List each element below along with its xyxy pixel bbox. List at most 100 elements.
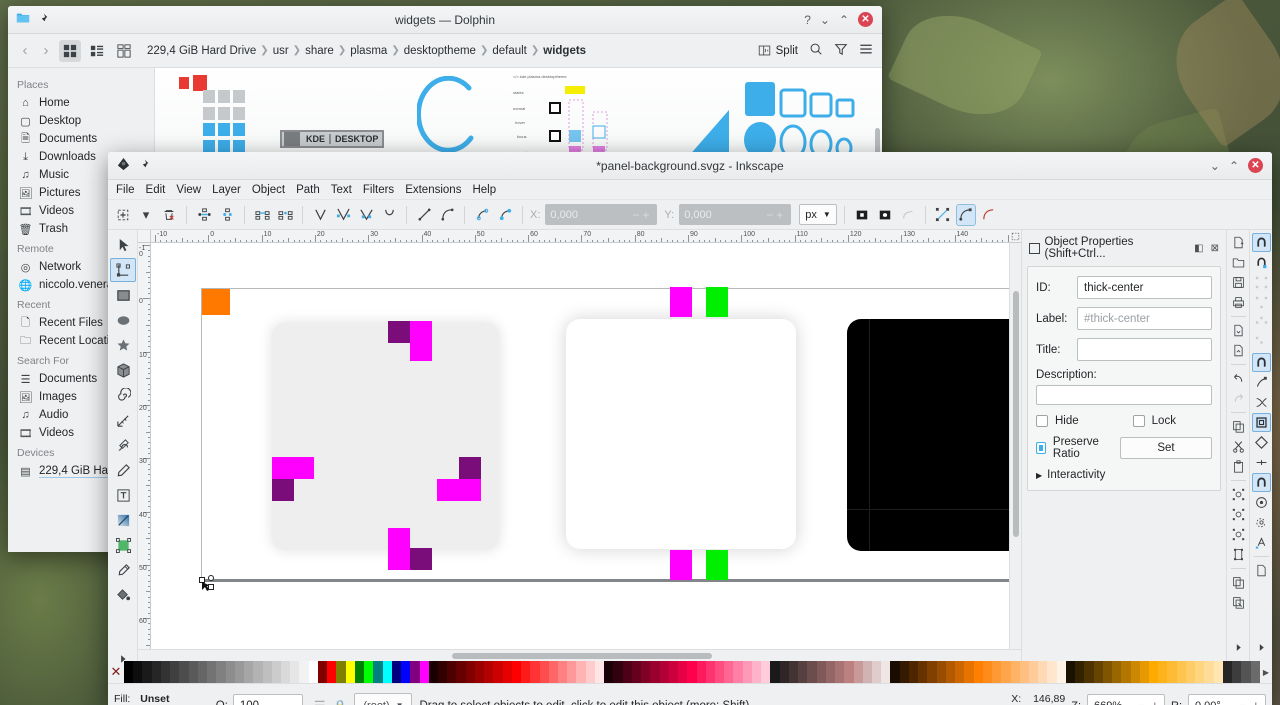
dolphin-titlebar[interactable]: widgets — Dolphin ? ⌄ ⌃ ✕ bbox=[8, 6, 882, 34]
palette-swatch[interactable] bbox=[1139, 661, 1150, 683]
layer-indicator[interactable]: (root) ▼ bbox=[354, 693, 413, 705]
snap-bounding-box-icon[interactable] bbox=[1252, 253, 1271, 272]
menu-file[interactable]: File bbox=[116, 184, 135, 196]
duplicate-icon[interactable] bbox=[1229, 545, 1248, 564]
snap-object-center-icon[interactable] bbox=[1252, 493, 1271, 512]
palette-swatch[interactable] bbox=[1121, 661, 1131, 683]
palette-swatch[interactable] bbox=[188, 661, 198, 683]
join-segment-icon[interactable] bbox=[252, 204, 272, 226]
palette-swatch[interactable] bbox=[825, 661, 836, 683]
minimize-button[interactable]: ⌄ bbox=[820, 14, 830, 26]
palette-swatch[interactable] bbox=[1001, 661, 1011, 683]
description-input[interactable] bbox=[1036, 385, 1212, 405]
maximize-button[interactable]: ⌃ bbox=[839, 14, 849, 26]
paste-icon[interactable] bbox=[1229, 457, 1248, 476]
marker-magenta-bottom[interactable] bbox=[388, 528, 410, 570]
menu-help[interactable]: Help bbox=[472, 184, 496, 196]
palette-swatch[interactable] bbox=[308, 661, 318, 683]
color-palette[interactable]: ✕ ▶ bbox=[108, 661, 1272, 683]
palette-swatch[interactable] bbox=[216, 661, 226, 683]
node-y-input[interactable]: 0,000 −+ bbox=[679, 204, 792, 225]
menu-view[interactable]: View bbox=[176, 184, 201, 196]
marker-purple-top[interactable] bbox=[388, 321, 410, 343]
horizontal-ruler[interactable]: -100102030405060708090100110120130140150 bbox=[151, 230, 1009, 243]
inkscape-menubar[interactable]: File Edit View Layer Object Path Text Fi… bbox=[108, 180, 1272, 200]
title-input[interactable] bbox=[1077, 338, 1212, 361]
palette-swatch[interactable] bbox=[244, 661, 254, 683]
canvas-area[interactable]: -100102030405060708090100110120130140150… bbox=[138, 230, 1021, 661]
undo-icon[interactable] bbox=[1229, 369, 1248, 388]
palette-swatch[interactable] bbox=[567, 661, 577, 683]
palette-swatch[interactable] bbox=[382, 661, 392, 683]
palette-swatch[interactable] bbox=[622, 661, 632, 683]
palette-swatch[interactable] bbox=[447, 661, 457, 683]
palette-swatch[interactable] bbox=[225, 661, 235, 683]
palette-swatch[interactable] bbox=[705, 661, 715, 683]
snap-midpoint-icon[interactable] bbox=[1252, 453, 1271, 472]
node-cusp-icon[interactable] bbox=[310, 204, 330, 226]
zoom-page-icon[interactable] bbox=[1229, 525, 1248, 544]
palette-swatch[interactable] bbox=[1241, 661, 1251, 683]
palette-swatch[interactable] bbox=[290, 661, 300, 683]
segment-curve-icon[interactable] bbox=[437, 204, 457, 226]
spiral-tool[interactable] bbox=[110, 383, 136, 407]
palette-swatch[interactable] bbox=[871, 661, 882, 683]
inkscape-window[interactable]: *panel-background.svgz - Inkscape ⌄ ⌃ ✕ … bbox=[108, 152, 1272, 705]
import-icon[interactable] bbox=[1229, 321, 1248, 340]
split-button[interactable]: Split bbox=[758, 44, 798, 57]
palette-swatch[interactable] bbox=[964, 661, 974, 683]
palette-swatch[interactable] bbox=[170, 661, 180, 683]
palette-swatch[interactable] bbox=[548, 661, 559, 683]
palette-swatch[interactable] bbox=[484, 661, 494, 683]
palette-swatch[interactable] bbox=[207, 661, 217, 683]
more-snap-icon[interactable] bbox=[1252, 638, 1271, 657]
palette-swatch[interactable] bbox=[160, 661, 171, 683]
pin-icon[interactable] bbox=[138, 159, 149, 173]
palette-swatch[interactable] bbox=[992, 661, 1002, 683]
palette-swatch[interactable] bbox=[142, 661, 152, 683]
node-tool-options-bar[interactable]: ▾ X: 0,000 −+ Y: 0,000 −+ px ▼ bbox=[108, 200, 1272, 230]
palette-swatch[interactable] bbox=[1195, 661, 1205, 683]
palette-swatch[interactable] bbox=[945, 661, 956, 683]
zoom-selection-icon[interactable] bbox=[1229, 485, 1248, 504]
palette-swatch[interactable] bbox=[1204, 661, 1214, 683]
cut-icon[interactable] bbox=[1229, 437, 1248, 456]
inkscape-statusbar[interactable]: Fill: Unset Stroke: Unset 1,00 O: 100 — … bbox=[108, 683, 1272, 705]
segment-line-icon[interactable] bbox=[414, 204, 434, 226]
marker2-green-top[interactable] bbox=[706, 287, 728, 317]
search-icon[interactable] bbox=[809, 42, 823, 59]
hamburger-menu-icon[interactable] bbox=[859, 42, 873, 59]
id-input[interactable]: thick-center bbox=[1077, 276, 1212, 299]
palette-swatch[interactable] bbox=[558, 661, 568, 683]
palette-swatch[interactable] bbox=[1084, 661, 1094, 683]
snap-node-smooth-icon[interactable] bbox=[1252, 433, 1271, 452]
palette-swatch[interactable] bbox=[373, 661, 383, 683]
rotate-input[interactable]: 0,00° −+ bbox=[1188, 694, 1266, 705]
palette-swatch[interactable] bbox=[751, 661, 762, 683]
forward-button[interactable]: › bbox=[38, 42, 54, 59]
minimize-button[interactable]: ⌄ bbox=[1210, 160, 1220, 172]
palette-swatch[interactable] bbox=[982, 661, 993, 683]
palette-swatch[interactable] bbox=[1176, 661, 1186, 683]
palette-swatch[interactable] bbox=[1047, 661, 1057, 683]
palette-swatch[interactable] bbox=[1010, 661, 1020, 683]
marker-purple-right[interactable] bbox=[459, 457, 481, 479]
palette-swatch[interactable] bbox=[465, 661, 475, 683]
palette-swatch[interactable] bbox=[262, 661, 272, 683]
delete-segment-icon[interactable] bbox=[275, 204, 295, 226]
snap-page-border-icon[interactable] bbox=[1252, 561, 1271, 580]
breadcrumb-item-6[interactable]: widgets bbox=[543, 45, 586, 57]
palette-swatch[interactable] bbox=[336, 661, 346, 683]
light-rounded-panel[interactable] bbox=[272, 323, 499, 550]
palette-swatch[interactable] bbox=[816, 661, 826, 683]
maximize-button[interactable]: ⌃ bbox=[1229, 160, 1239, 172]
show-bezier-handles-icon[interactable] bbox=[955, 203, 976, 226]
palette-swatch[interactable] bbox=[197, 661, 208, 683]
close-button[interactable]: ✕ bbox=[1248, 158, 1263, 173]
node-tool[interactable] bbox=[110, 258, 136, 282]
break-nodes-icon[interactable] bbox=[217, 204, 237, 226]
join-nodes-icon[interactable] bbox=[194, 204, 214, 226]
back-button[interactable]: ‹ bbox=[17, 42, 33, 59]
palette-swatch[interactable] bbox=[511, 661, 522, 683]
star-tool[interactable] bbox=[110, 333, 136, 357]
